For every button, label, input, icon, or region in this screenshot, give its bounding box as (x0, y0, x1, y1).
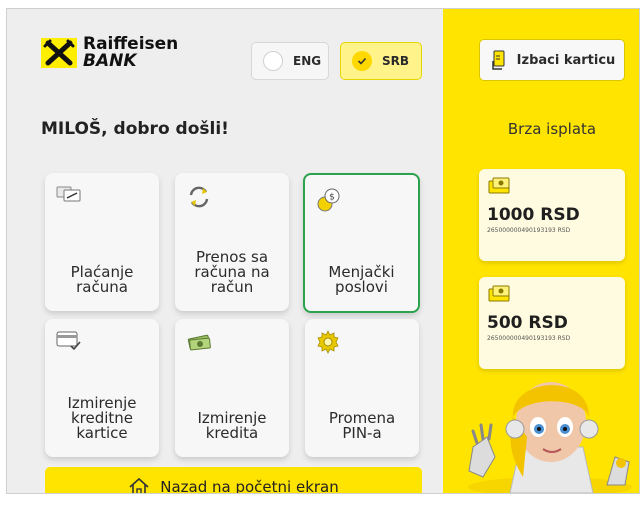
home-button[interactable]: Nazad na početni ekran (45, 467, 422, 494)
eject-card-button[interactable]: Izbaci karticu (479, 39, 625, 81)
raiffeisen-emblem-icon (41, 38, 77, 68)
svg-text:$: $ (329, 193, 335, 203)
home-icon (129, 477, 149, 493)
tile-bill-payment-label: Plaćanje računa (70, 263, 134, 296)
language-srb-label: SRB (382, 54, 410, 68)
logo-bank: BANK (83, 51, 137, 71)
raiffeisen-logo: Raiffeisen BANK (41, 36, 178, 70)
quick-cash-panel: Izbaci karticu Brza isplata 1000 RSD 265… (443, 9, 639, 493)
main-panel: Raiffeisen BANK ENG SRB MILOŠ, dobro doš… (7, 9, 443, 493)
tile-account-transfer-label: Prenos sa računa na račun (194, 248, 270, 296)
tile-loan-label: Izmirenje kredita (197, 409, 267, 442)
home-button-label: Nazad na početni ekran (160, 478, 339, 494)
atm-screen: Raiffeisen BANK ENG SRB MILOŠ, dobro doš… (6, 8, 640, 494)
tile-credit-card[interactable]: Izmirenje kreditne kartice (45, 319, 159, 457)
tile-credit-card-label: Izmirenje kreditne kartice (67, 394, 137, 442)
language-eng-button[interactable]: ENG (251, 42, 329, 80)
quick-cash-account: 2650000004901931​93 RSD (487, 227, 571, 234)
loan-cash-icon (186, 330, 212, 356)
cash-icon (488, 285, 510, 302)
language-eng-label: ENG (293, 54, 322, 68)
account-transfer-icon (186, 184, 212, 214)
tile-pin-change-label: Promena PIN-a (328, 409, 396, 442)
language-srb-button[interactable]: SRB (340, 42, 422, 80)
radio-checked-icon (352, 51, 372, 71)
card-eject-icon (491, 50, 505, 70)
quick-cash-amount: 1000 RSD (487, 205, 580, 225)
radio-unchecked-icon (263, 51, 283, 71)
gear-icon (316, 330, 340, 358)
tile-bill-payment[interactable]: Plaćanje računa (45, 173, 159, 311)
quick-cash-amount: 500 RSD (487, 313, 568, 333)
currency-exchange-icon: $ (316, 186, 342, 218)
robot-mascot-image (465, 367, 635, 493)
bill-payment-icon (56, 184, 82, 208)
quick-cash-option-1000[interactable]: 1000 RSD 2650000004901931​93 RSD (479, 169, 625, 261)
tile-currency-exchange[interactable]: $ Menjački poslovi (303, 173, 420, 313)
tile-pin-change[interactable]: Promena PIN-a (305, 319, 419, 457)
tile-currency-exchange-label: Menjački poslovi (328, 263, 395, 296)
tile-account-transfer[interactable]: Prenos sa računa na račun (175, 173, 289, 311)
quick-cash-title: Brza isplata (507, 120, 597, 138)
quick-cash-account: 265000000490193193 RSD (487, 335, 571, 342)
eject-card-label: Izbaci karticu (516, 52, 616, 68)
credit-card-icon (56, 330, 82, 356)
quick-cash-option-500[interactable]: 500 RSD 265000000490193193 RSD (479, 277, 625, 369)
tile-loan[interactable]: Izmirenje kredita (175, 319, 289, 457)
greeting-title: MILOŠ, dobro došli! (41, 119, 229, 139)
cash-icon (488, 177, 510, 194)
